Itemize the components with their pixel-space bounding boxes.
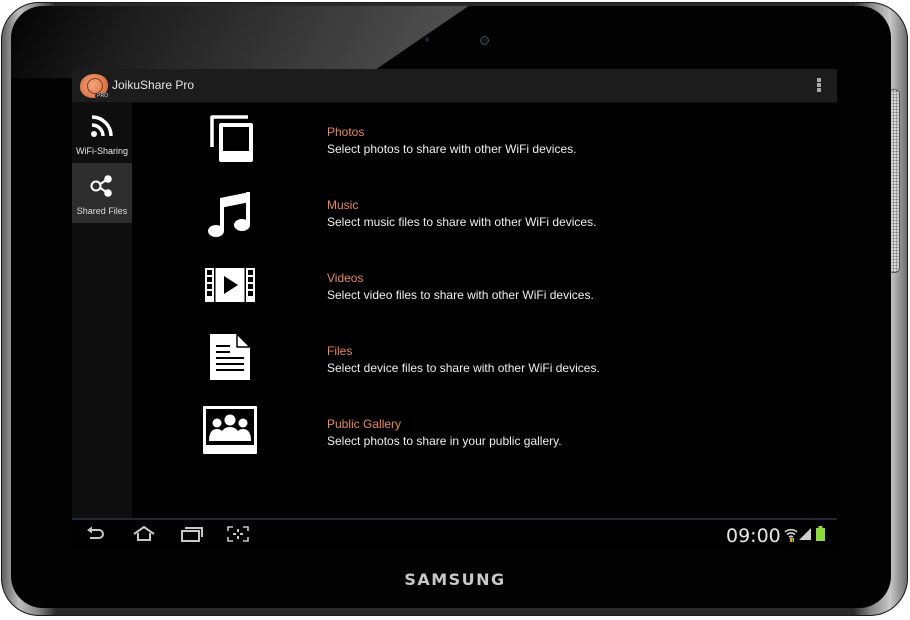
front-camera [480, 36, 489, 45]
system-navigation-bar: 09:00 [72, 518, 837, 548]
sidebar-item-label: WiFi-Sharing [75, 146, 128, 156]
item-description: Select video files to share with other W… [327, 288, 594, 302]
wifi-icon [91, 115, 113, 137]
list-item-public-gallery[interactable]: Public Gallery Select photos to share in… [132, 395, 837, 465]
sidebar: WiFi-Sharing Shared Files [72, 103, 132, 518]
home-icon[interactable] [132, 525, 156, 543]
screenshot-icon[interactable] [226, 525, 250, 543]
device-screen: PRO JoikuShare Pro WiFi-Sharing Shared F… [72, 69, 837, 548]
app-logo-icon[interactable]: PRO [80, 74, 110, 99]
list-item-music[interactable]: Music Select music files to share with o… [132, 176, 837, 246]
item-title: Files [327, 344, 353, 358]
overflow-menu-icon[interactable] [817, 78, 822, 94]
file-icon [210, 334, 250, 380]
item-title: Music [327, 198, 359, 212]
light-sensor [425, 37, 429, 42]
pro-badge: PRO [95, 93, 110, 99]
device-brand-logo: SAMSUNG [404, 570, 506, 589]
item-title: Videos [327, 271, 364, 285]
item-description: Select device files to share with other … [327, 361, 600, 375]
sidebar-item-label: Shared Files [76, 206, 128, 216]
battery-icon [816, 526, 825, 541]
item-description: Select photos to share in your public ga… [327, 434, 562, 448]
signal-strength-icon [799, 528, 811, 540]
video-icon [205, 268, 255, 302]
sidebar-item-wifi-sharing[interactable]: WiFi-Sharing [72, 103, 132, 163]
gallery-icon [203, 406, 257, 454]
recent-apps-icon[interactable] [180, 525, 204, 543]
item-title: Public Gallery [327, 417, 402, 431]
action-bar: PRO JoikuShare Pro [72, 69, 837, 103]
item-description: Select music files to share with other W… [327, 215, 597, 229]
list-item-photos[interactable]: Photos Select photos to share with other… [132, 103, 837, 173]
back-icon[interactable] [84, 525, 108, 543]
share-icon [90, 175, 112, 197]
music-icon [208, 192, 250, 237]
list-item-videos[interactable]: Videos Select video files to share with … [132, 249, 837, 319]
photos-icon [210, 115, 253, 162]
wifi-status-icon [784, 528, 798, 542]
status-clock: 09:00 [726, 525, 781, 547]
sidebar-item-shared-files[interactable]: Shared Files [72, 163, 132, 223]
list-item-files[interactable]: Files Select device files to share with … [132, 322, 837, 392]
item-title: Photos [327, 125, 365, 139]
shared-files-list: Photos Select photos to share with other… [132, 103, 837, 518]
item-description: Select photos to share with other WiFi d… [327, 142, 577, 156]
app-title: JoikuShare Pro [112, 78, 195, 92]
